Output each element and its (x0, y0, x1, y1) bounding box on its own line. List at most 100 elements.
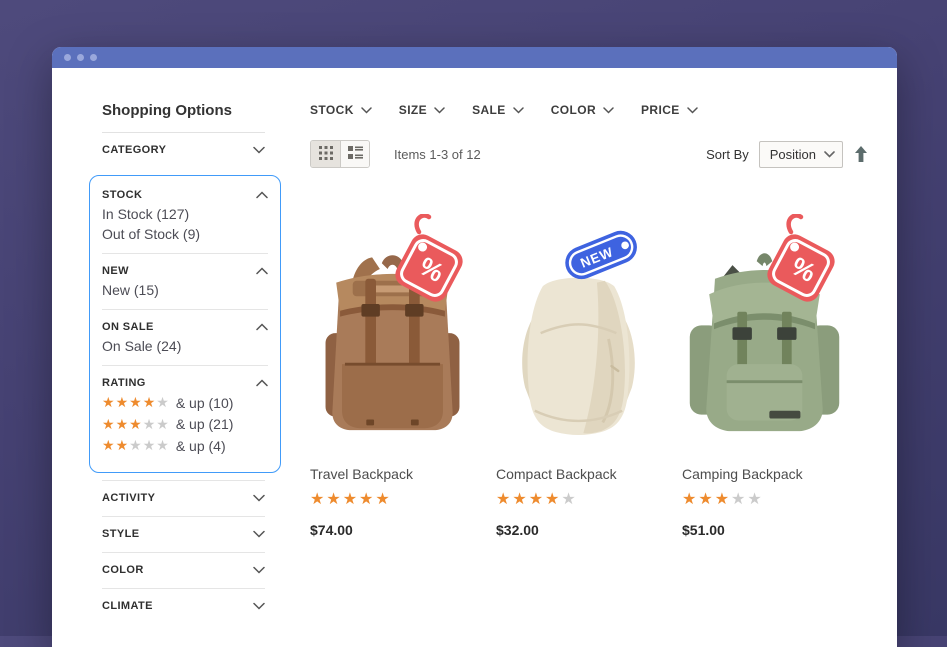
view-mode-switch (310, 140, 370, 168)
filter-section-header[interactable]: RATING (102, 374, 268, 392)
product-card-travel-backpack: % NEW Travel Backpack ★★★★★ $74.00 (310, 218, 496, 538)
filter-section-label: COLOR (102, 564, 144, 576)
filter-options: ★★★★★& up (10)★★★★★& up (21)★★★★★& up (4… (102, 392, 268, 457)
star-icon: ★ (512, 489, 526, 511)
chevron-up-icon (256, 267, 268, 275)
filter-section-stock: STOCK In Stock (127)Out of Stock (9) (102, 178, 268, 253)
star-icon: ★ (143, 393, 156, 413)
filter-section-header[interactable]: CATEGORY (102, 141, 265, 159)
product-card-compact-backpack: % NEW Compact Backpack ★★★★★ $32.00 (496, 218, 682, 538)
product-grid: % NEW Travel Backpack ★★★★★ $74.00 (310, 218, 868, 538)
filter-section-header[interactable]: CLIMATE (102, 597, 265, 615)
star-icon: ★ (116, 436, 129, 456)
filter-sections: CATEGORY STOCK In Stock (127)Out of Stoc… (102, 133, 265, 624)
window-titlebar (52, 47, 897, 68)
product-price: $74.00 (310, 522, 496, 538)
filter-section-header[interactable]: STOCK (102, 186, 268, 204)
rating-filter-option-3-stars[interactable]: ★★★★★& up (21) (102, 414, 268, 436)
filter-section-rating: RATING ★★★★★& up (10)★★★★★& up (21)★★★★★… (102, 365, 268, 466)
star-icon: ★ (102, 415, 115, 435)
product-image-link[interactable]: % NEW (310, 218, 475, 456)
filter-section-header[interactable]: COLOR (102, 561, 265, 579)
product-image-link[interactable]: % NEW (496, 218, 661, 456)
sort-direction-button[interactable] (854, 146, 868, 162)
filter-chip-color[interactable]: COLOR (551, 103, 614, 117)
filter-section-label: ACTIVITY (102, 492, 155, 504)
rating-label: & up (10) (176, 395, 234, 411)
sort-by-select[interactable]: Position (759, 141, 843, 168)
star-icon: ★ (545, 489, 559, 511)
sidebar-title: Shopping Options (102, 102, 265, 133)
product-list-area: STOCK SIZE SALE COLOR PRICE (310, 68, 897, 647)
star-icon: ★ (326, 489, 340, 511)
new-tag-icon: NEW (556, 223, 648, 287)
filter-options: On Sale (24) (102, 336, 268, 356)
star-icon: ★ (102, 393, 115, 413)
star-icon: ★ (116, 393, 129, 413)
filter-chip-label: PRICE (641, 103, 680, 117)
window-control-dot[interactable] (64, 54, 71, 61)
grid-view-icon (319, 146, 333, 163)
product-name-link[interactable]: Travel Backpack (310, 466, 496, 482)
star-icon: ★ (156, 393, 169, 413)
star-icon: ★ (156, 436, 169, 456)
star-rating-icons: ★★★★★ (102, 436, 169, 456)
browser-window: Shopping Options CATEGORY STOCK In Stock… (52, 47, 897, 647)
items-count: Items 1-3 of 12 (394, 147, 481, 162)
chevron-down-icon (513, 107, 524, 114)
chevron-down-icon (603, 107, 614, 114)
filter-section-new: NEW New (15) (102, 253, 268, 309)
filter-section-header[interactable]: ON SALE (102, 318, 268, 336)
rating-filter-option-4-stars[interactable]: ★★★★★& up (10) (102, 392, 268, 414)
filter-section-header[interactable]: NEW (102, 262, 268, 280)
filter-chip-stock[interactable]: STOCK (310, 103, 372, 117)
filter-option-out-of-stock[interactable]: Out of Stock (9) (102, 224, 268, 244)
horizontal-filter-bar: STOCK SIZE SALE COLOR PRICE (310, 103, 868, 117)
product-name-link[interactable]: Compact Backpack (496, 466, 682, 482)
window-control-dot[interactable] (77, 54, 84, 61)
star-icon: ★ (156, 415, 169, 435)
star-icon: ★ (102, 436, 115, 456)
star-icon: ★ (129, 415, 142, 435)
toolbar: Items 1-3 of 12 Sort By Position (310, 140, 868, 168)
star-icon: ★ (731, 489, 745, 511)
star-icon: ★ (529, 489, 543, 511)
star-icon: ★ (698, 489, 712, 511)
filter-chip-size[interactable]: SIZE (399, 103, 445, 117)
rating-filter-option-2-stars[interactable]: ★★★★★ & up (4) (102, 435, 268, 457)
chevron-down-icon (253, 602, 265, 610)
filter-section-activity: ACTIVITY (102, 480, 265, 516)
rating-label: & up (4) (176, 438, 226, 454)
filter-section-label: CLIMATE (102, 600, 153, 612)
star-icon: ★ (310, 489, 324, 511)
chevron-down-icon (824, 151, 835, 158)
arrow-up-icon (854, 146, 868, 162)
filter-option-new[interactable]: New (15) (102, 280, 268, 300)
sort-by-value: Position (770, 147, 816, 162)
star-rating-icons: ★★★★★ (102, 415, 169, 435)
filter-section-header[interactable]: ACTIVITY (102, 489, 265, 507)
list-view-button[interactable] (340, 141, 369, 167)
star-icon: ★ (143, 415, 156, 435)
chevron-up-icon (256, 379, 268, 387)
product-name-link[interactable]: Camping Backpack (682, 466, 868, 482)
filter-option-on-sale[interactable]: On Sale (24) (102, 336, 268, 356)
chevron-up-icon (256, 323, 268, 331)
filter-chip-price[interactable]: PRICE (641, 103, 698, 117)
list-view-icon (348, 146, 363, 163)
filter-section-on-sale: ON SALE On Sale (24) (102, 309, 268, 365)
window-control-dot[interactable] (90, 54, 97, 61)
filter-chip-label: SALE (472, 103, 506, 117)
active-filters-highlight-box: STOCK In Stock (127)Out of Stock (9) NEW… (89, 175, 281, 473)
chevron-down-icon (253, 146, 265, 154)
filter-section-header[interactable]: STYLE (102, 525, 265, 543)
chevron-down-icon (687, 107, 698, 114)
page-content: Shopping Options CATEGORY STOCK In Stock… (52, 68, 897, 647)
product-image-link[interactable]: % NEW (682, 218, 847, 456)
filter-chip-sale[interactable]: SALE (472, 103, 524, 117)
star-icon: ★ (129, 436, 142, 456)
filter-option-in-stock[interactable]: In Stock (127) (102, 204, 268, 224)
grid-view-button[interactable] (311, 141, 340, 167)
sorter: Sort By Position (706, 141, 868, 168)
star-icon: ★ (496, 489, 510, 511)
